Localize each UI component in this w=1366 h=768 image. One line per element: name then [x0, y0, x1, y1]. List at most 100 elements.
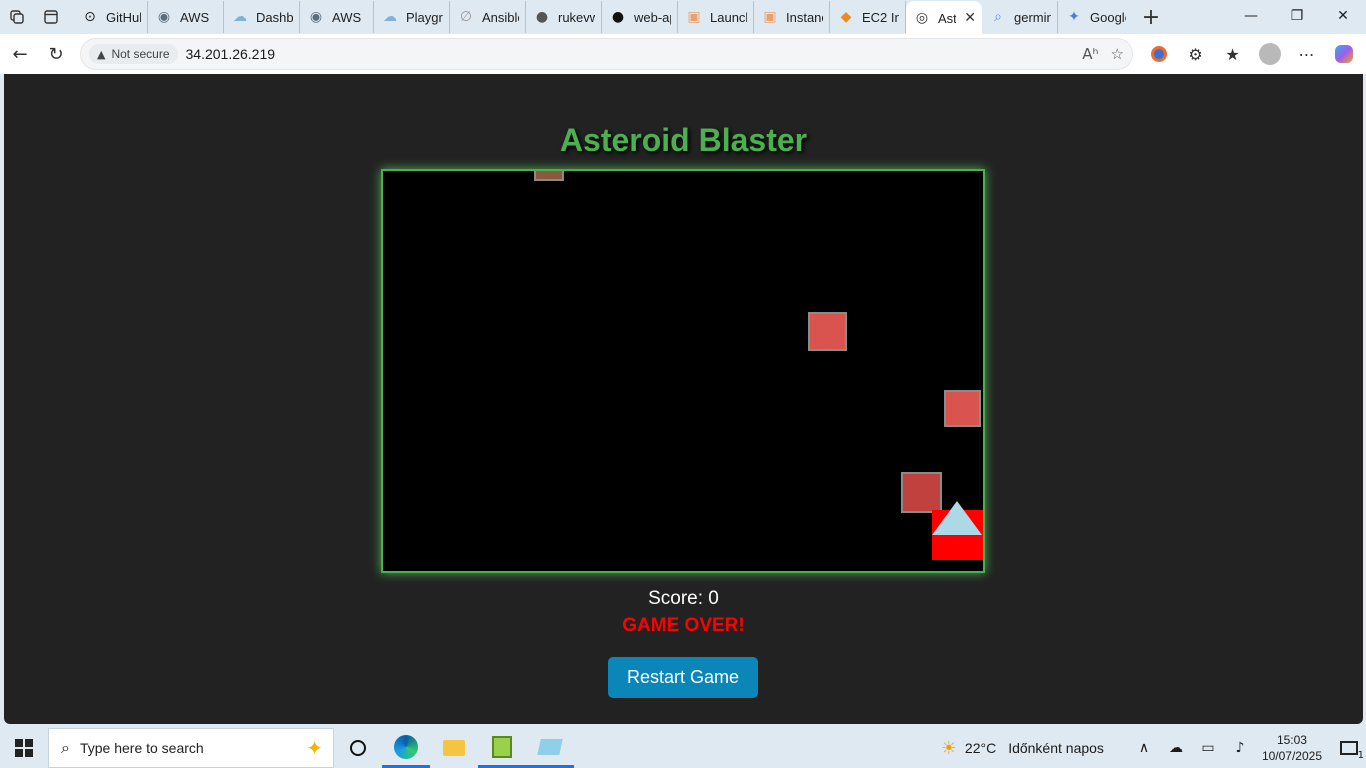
tab-label: Playgro [406, 9, 443, 25]
weather-temp: 22°C [964, 740, 997, 756]
globe-icon: ◎ [915, 10, 929, 26]
tab[interactable]: ● web-ap [602, 1, 678, 33]
notepad-plus-plus-icon[interactable] [478, 728, 526, 768]
gemini-icon: ✦ [1068, 9, 1080, 25]
volume-icon[interactable]: ♪ [1224, 728, 1256, 768]
cloud-icon: ☁ [233, 9, 247, 25]
notifications-icon[interactable]: 1 [1332, 728, 1366, 768]
tab-label: AWS [180, 9, 210, 25]
extension-shield-icon[interactable] [1140, 36, 1177, 72]
game-page: Asteroid Blaster Score: 0 GAME OVER! Res… [4, 74, 1363, 724]
new-tab-button[interactable]: + [1136, 2, 1166, 32]
asteroid [534, 171, 564, 181]
github-icon: ● [535, 9, 549, 25]
sparkle-icon[interactable]: ✦ [306, 736, 323, 760]
tab[interactable]: ◉ AWS [300, 1, 374, 33]
file-explorer-icon[interactable] [430, 728, 478, 768]
back-icon[interactable]: ← [2, 36, 38, 72]
minimize-icon[interactable]: — [1228, 0, 1274, 32]
close-tab-icon[interactable]: ✕ [964, 10, 976, 26]
chevron-up-icon[interactable]: ∧ [1128, 728, 1160, 768]
windows-start-icon[interactable] [0, 728, 48, 768]
tab[interactable]: ● rukevwe [526, 1, 602, 33]
extensions-icon[interactable]: ⚙ [1177, 36, 1214, 72]
tab[interactable]: ☁ Playgro [374, 1, 450, 33]
network-icon[interactable]: ▭ [1192, 728, 1224, 768]
favorites-icon[interactable]: ★ [1214, 36, 1251, 72]
tab[interactable]: ⊙ GitHub [74, 1, 148, 33]
clock-date: 10/07/2025 [1261, 749, 1322, 763]
eye-icon: ◉ [309, 9, 323, 25]
read-aloud-icon[interactable]: Aʰ [1082, 45, 1098, 63]
tab-label: Ast [938, 10, 957, 26]
game-canvas[interactable] [381, 169, 985, 573]
tab[interactable]: ▣ Launch [678, 1, 754, 33]
close-window-icon[interactable]: ✕ [1320, 0, 1366, 32]
tab-label: germini [1014, 9, 1051, 25]
address-bar[interactable]: ▲ Not secure 34.201.26.219 Aʰ ☆ [80, 38, 1133, 70]
refresh-icon[interactable]: ↻ [38, 36, 74, 72]
page-title: Asteroid Blaster [559, 122, 808, 158]
tab-list: ⊙ GitHub ◉ AWS ☁ Dashbo ◉ AWS ☁ Playgro ∅ Ansible ● r… [74, 1, 1132, 35]
onedrive-icon[interactable]: ☁ [1160, 728, 1192, 768]
restart-game-button[interactable]: Restart Game [608, 657, 758, 698]
vertical-tabs-icon[interactable] [34, 1, 68, 33]
profile-avatar[interactable] [1251, 36, 1288, 72]
tab-label: Dashbo [256, 9, 293, 25]
tab[interactable]: ☁ Dashbo [224, 1, 300, 33]
restore-icon[interactable]: ❐ [1274, 0, 1320, 32]
tab-label: rukevwe [558, 9, 595, 25]
toolbar-buttons: ⚙ ★ ⋯ [1140, 34, 1362, 74]
search-icon: ⌕ [61, 738, 70, 757]
tab-label: Launch [710, 9, 747, 25]
system-tray: ☀ 22°C Időnként napos ∧ ☁ ▭ ♪ 15:03 10/0… [941, 728, 1366, 768]
asteroid [944, 390, 981, 427]
tab-label: AWS [332, 9, 362, 25]
windows-taskbar: ⌕ Type here to search ✦ ☀ 22°C Időnként … [0, 728, 1366, 768]
player-ship [932, 501, 982, 535]
github-icon: ● [611, 9, 625, 25]
warning-icon: ▲ [97, 47, 106, 61]
favorite-star-icon[interactable]: ☆ [1111, 45, 1124, 63]
task-view-icon[interactable] [334, 728, 382, 768]
tab[interactable]: ∅ Ansible [450, 1, 526, 33]
weather-description: Időnként napos [1008, 740, 1104, 756]
tab[interactable]: ✦ Google [1058, 1, 1132, 33]
tab-label: Instance [786, 9, 823, 25]
more-menu-icon[interactable]: ⋯ [1288, 36, 1325, 72]
browser-toolbar: ← ↻ ▲ Not secure 34.201.26.219 Aʰ ☆ ⚙ ★ … [0, 34, 1366, 74]
notification-count: 1 [1357, 750, 1364, 761]
browser-tab-strip: ⊙ GitHub ◉ AWS ☁ Dashbo ◉ AWS ☁ Playgro ∅ Ansible ● r… [0, 0, 1366, 35]
weather-sun-icon: ☀ [940, 737, 957, 759]
search-placeholder: Type here to search [79, 740, 204, 756]
weather-widget[interactable]: ☀ 22°C Időnként napos [941, 738, 1104, 759]
openai-icon: ⊙ [84, 9, 96, 25]
tab-label: Google [1090, 9, 1126, 25]
url-text[interactable]: 34.201.26.219 [186, 46, 276, 62]
search-icon: ⌕ [994, 9, 1002, 25]
tab-label: Ansible [482, 9, 519, 25]
tab-label: web-ap [634, 9, 671, 25]
game-over-message: GAME OVER! [622, 615, 745, 636]
aws-icon: ▣ [763, 9, 777, 25]
app-icon[interactable] [526, 728, 574, 768]
tab[interactable]: ⌕ germini [982, 1, 1058, 33]
workspaces-icon[interactable] [0, 1, 34, 33]
eye-icon: ◉ [157, 9, 171, 25]
asteroid [808, 312, 847, 351]
clock-time: 15:03 [1276, 733, 1307, 747]
clock[interactable]: 15:03 10/07/2025 [1262, 732, 1322, 764]
aws-icon: ▣ [687, 9, 701, 25]
window-controls: — ❐ ✕ [1228, 0, 1366, 32]
tab[interactable]: ▣ Instance [754, 1, 830, 33]
ec2-icon: ◆ [840, 9, 852, 25]
score-display: Score: 0 [648, 588, 719, 609]
tab[interactable]: ◆ EC2 Inst [830, 1, 906, 33]
tab[interactable]: ◉ AWS [148, 1, 224, 33]
copilot-icon[interactable] [1325, 36, 1362, 72]
security-indicator[interactable]: ▲ Not secure [89, 44, 178, 64]
edge-browser-icon[interactable] [382, 728, 430, 768]
cloud-icon: ☁ [383, 9, 397, 25]
taskbar-search[interactable]: ⌕ Type here to search ✦ [48, 728, 334, 768]
tab[interactable]: ◎ Ast ✕ [906, 1, 982, 35]
